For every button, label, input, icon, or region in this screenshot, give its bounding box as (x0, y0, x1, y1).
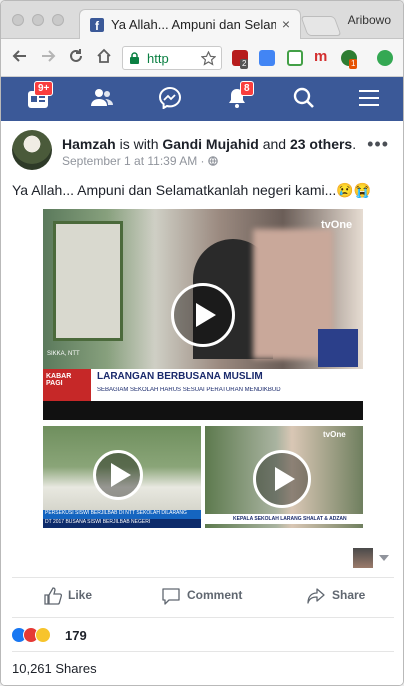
address-bar[interactable]: http (122, 46, 222, 70)
share-arrow-icon (307, 588, 325, 604)
sign-interpreter-inset (318, 329, 358, 367)
lower-third: KABAR PAGI LARANGAN BERBUSANA MUSLIM SEB… (43, 369, 363, 401)
author-name[interactable]: Hamzah (62, 136, 116, 152)
video-thumbnail-left[interactable]: PERSEKUSI SISWI BERJILBAB DI NTT SEKOLAH… (43, 426, 201, 528)
reaction-count[interactable]: 179 (65, 628, 87, 643)
facebook-nav-bar: 9+ 8 (1, 77, 403, 121)
search-icon[interactable] (293, 87, 315, 109)
tvone-logo: tvOne (323, 430, 346, 439)
viewer-avatar[interactable] (353, 548, 373, 568)
browser-window: f Ya Allah... Ampuni dan Selamat × Aribo… (0, 0, 404, 686)
extension-badge-count: 2 (240, 59, 249, 69)
maximize-window-button[interactable] (52, 14, 64, 26)
location-caption: SIKKA, NTT (47, 351, 80, 357)
video-subheadline: SEBAGIAM SEKOLAH HARUS SESUAI PERATURAN … (97, 387, 281, 393)
new-tab-button[interactable] (300, 16, 342, 36)
with-text: is with (119, 136, 159, 152)
m-extension-icon[interactable]: m (314, 49, 330, 66)
comment-button[interactable]: Comment (161, 587, 242, 605)
right-caption: KEPALA SEKOLAH LARANG SHALAT & ADZAN (205, 514, 363, 524)
divider (12, 577, 394, 578)
tab-close-icon[interactable]: × (282, 16, 290, 32)
others-link[interactable]: 23 others (290, 136, 352, 152)
browser-tab[interactable]: f Ya Allah... Ampuni dan Selamat × (79, 9, 301, 40)
kabar-pagi-logo: KABAR PAGI (43, 369, 91, 401)
extension-badge-count-2: 1 (349, 59, 358, 69)
tagged-friend[interactable]: Gandi Mujahid (162, 136, 258, 152)
download-arrow-icon[interactable] (287, 50, 303, 66)
doorway-image (53, 221, 123, 341)
update-arrow-icon[interactable] (377, 50, 393, 66)
back-arrow-icon[interactable] (11, 47, 29, 65)
left-caption: PERSEKUSI SISWI BERJILBAB DI NTT SEKOLAH… (43, 510, 201, 519)
post-date[interactable]: September 1 at 11:39 AM (62, 154, 197, 168)
home-icon[interactable] (95, 47, 113, 65)
chevron-down-icon[interactable] (379, 555, 389, 561)
shares-count[interactable]: 10,261 Shares (12, 661, 97, 676)
thumbs-up-icon (44, 587, 63, 605)
translate-icon[interactable] (259, 50, 275, 66)
play-icon[interactable] (93, 450, 143, 500)
messenger-icon[interactable] (159, 87, 181, 109)
comment-label: Comment (187, 588, 243, 603)
close-window-button[interactable] (12, 14, 24, 26)
letterbox-bar (43, 401, 363, 420)
tvone-logo: tvOne (321, 219, 353, 231)
share-label: Share (332, 588, 366, 603)
and-text: and (262, 136, 287, 152)
notifications-badge: 8 (240, 81, 254, 96)
news-feed-badge: 9+ (34, 81, 54, 96)
left-caption-2: DT 2017 BUSANA SISWI BERJILBAB NEGERI (43, 519, 201, 528)
like-label: Like (68, 588, 93, 603)
bookmark-star-icon[interactable] (201, 51, 216, 66)
like-button[interactable]: Like (44, 587, 92, 605)
video-thumbnail-right[interactable]: tvOne KEPALA SEKOLAH LARANG SHALAT & ADZ… (205, 426, 363, 528)
post-card: Hamzah is with Gandi Mujahid and 23 othe… (1, 121, 403, 685)
browser-toolbar: http 2 m 1 (1, 39, 403, 77)
meta-separator: · (200, 154, 205, 168)
facebook-favicon-icon: f (90, 18, 104, 33)
post-header: Hamzah is with Gandi Mujahid and 23 othe… (62, 136, 356, 152)
divider (12, 651, 394, 652)
speech-bubble-icon (162, 588, 180, 605)
forward-arrow-icon[interactable] (39, 47, 57, 65)
header-period: . (352, 136, 357, 152)
menu-icon[interactable] (359, 89, 379, 107)
lock-icon (130, 52, 139, 64)
friends-icon[interactable] (90, 87, 114, 109)
minimize-window-button[interactable] (32, 14, 44, 26)
post-text: Ya Allah... Ampuni dan Selamatkanlah neg… (12, 182, 372, 198)
divider (12, 617, 394, 618)
more-options-icon[interactable]: ••• (367, 134, 389, 155)
play-icon[interactable] (171, 283, 235, 347)
url-text: http (147, 51, 169, 66)
video-headline: LARANGAN BERBUSANA MUSLIM (97, 371, 263, 382)
globe-icon (208, 156, 218, 166)
tab-bar: f Ya Allah... Ampuni dan Selamat × Aribo… (1, 1, 403, 40)
reload-icon[interactable] (67, 47, 85, 65)
post-meta: September 1 at 11:39 AM · (62, 154, 218, 168)
avatar[interactable] (12, 130, 52, 170)
play-icon[interactable] (253, 450, 311, 508)
profile-name[interactable]: Aribowo (348, 13, 391, 27)
main-video[interactable]: tvOne SIKKA, NTT KABAR PAGI LARANGAN BER… (43, 209, 363, 420)
tab-title: Ya Allah... Ampuni dan Selamat (111, 17, 276, 32)
sad-reaction-icon (35, 627, 51, 643)
share-button[interactable]: Share (306, 587, 365, 605)
